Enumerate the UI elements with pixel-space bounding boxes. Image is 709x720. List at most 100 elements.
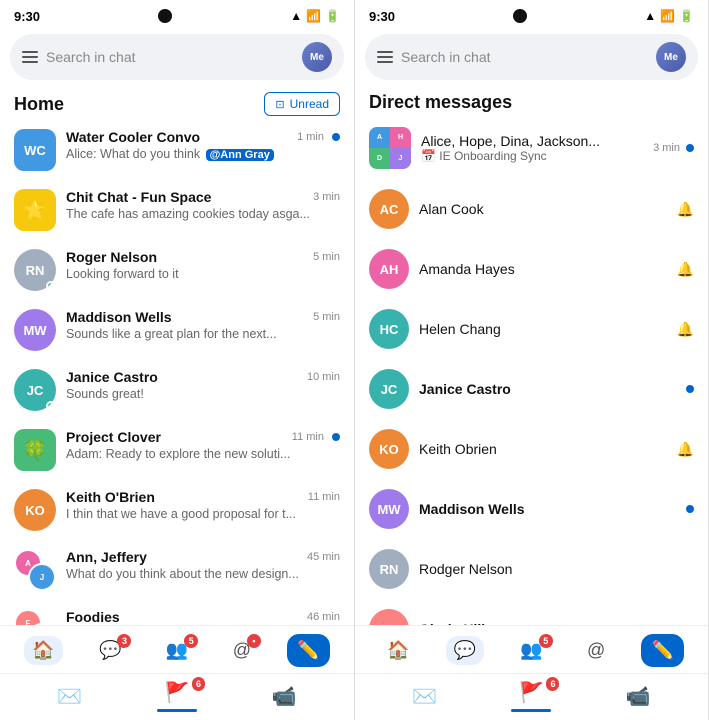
bottom-toolbar-right: 🏠 💬 👥 5 @ ✏️ bbox=[355, 625, 708, 673]
avatar-maddison: MW bbox=[14, 309, 56, 351]
chat-content-keith: Keith O'Brien 11 min I thin that we have… bbox=[66, 489, 340, 521]
dm-item-amanda-hayes[interactable]: AH Amanda Hayes 🔔 bbox=[355, 239, 708, 299]
avatar-keith: KO bbox=[14, 489, 56, 531]
chat-item-chit-chat[interactable]: 🌟 Chit Chat - Fun Space 3 min The cafe h… bbox=[0, 180, 354, 240]
wifi-icon: ▲ bbox=[290, 9, 302, 23]
chat-time-keith: 11 min bbox=[308, 491, 340, 503]
chat-content-foodies: Foodies 46 min bbox=[66, 609, 340, 625]
dm-right-maddison-right bbox=[686, 505, 694, 513]
chat-time-chit-chat: 3 min bbox=[313, 191, 340, 203]
nav-video-left[interactable]: 📹 bbox=[272, 684, 297, 709]
mention-badge-left: • bbox=[247, 634, 261, 648]
user-avatar-right[interactable]: Me bbox=[656, 42, 686, 72]
section-header-right: Direct messages bbox=[355, 86, 708, 117]
chat-preview-maddison: Sounds like a great plan for the next... bbox=[66, 327, 340, 341]
nav-mail-right[interactable]: ✉️ bbox=[412, 684, 437, 709]
nav-mail-left[interactable]: ✉️ bbox=[57, 684, 82, 709]
video-icon-right: 📹 bbox=[626, 684, 651, 709]
nav-indicator-left bbox=[157, 709, 197, 712]
chat-item-water-cooler[interactable]: WC Water Cooler Convo 1 min Alice: What … bbox=[0, 120, 354, 180]
unread-dot-maddison-right bbox=[686, 505, 694, 513]
mail-icon-left: ✉️ bbox=[57, 684, 82, 709]
online-dot-roger bbox=[46, 281, 56, 291]
menu-icon-left[interactable] bbox=[22, 51, 38, 63]
dm-name-alice-group: Alice, Hope, Dina, Jackson... bbox=[421, 133, 643, 149]
avatar-roger-nelson: RN bbox=[14, 249, 56, 291]
dm-name-helen-chang: Helen Chang bbox=[419, 321, 667, 337]
toolbar-compose-right[interactable]: ✏️ bbox=[641, 634, 683, 667]
chat-name-maddison: Maddison Wells bbox=[66, 309, 172, 325]
avatar-amanda-hayes: AH bbox=[369, 249, 409, 289]
section-header-left: Home ⊡ Unread bbox=[0, 86, 354, 120]
chat-content-maddison: Maddison Wells 5 min Sounds like a great… bbox=[66, 309, 340, 341]
nav-video-right[interactable]: 📹 bbox=[626, 684, 651, 709]
dm-name-janice-right: Janice Castro bbox=[419, 381, 676, 397]
dm-item-janice-right[interactable]: JC Janice Castro bbox=[355, 359, 708, 419]
dm-info-maddison-right: Maddison Wells bbox=[419, 501, 676, 517]
search-placeholder-left: Search in chat bbox=[46, 49, 294, 65]
chat-preview-project-clover: Adam: Ready to explore the new soluti... bbox=[66, 447, 340, 461]
avatar-alice-group: A H D J bbox=[369, 127, 411, 169]
camera-notch-right bbox=[513, 9, 527, 23]
chat-item-janice[interactable]: JC Janice Castro 10 min Sounds great! bbox=[0, 360, 354, 420]
dm-item-keith-right[interactable]: KO Keith Obrien 🔔 bbox=[355, 419, 708, 479]
compose-icon-right: ✏️ bbox=[651, 640, 673, 661]
bell-icon-amanda: 🔔 bbox=[677, 261, 694, 278]
chat-name-foodies: Foodies bbox=[66, 609, 120, 625]
chat-badge-left: 3 bbox=[117, 634, 131, 648]
chat-content-roger: Roger Nelson 5 min Looking forward to it bbox=[66, 249, 340, 281]
chat-item-ann-jeffery[interactable]: A J Ann, Jeffery 45 min What do you thin… bbox=[0, 540, 354, 600]
dm-item-maddison-right[interactable]: MW Maddison Wells bbox=[355, 479, 708, 539]
toolbar-chat-left[interactable]: 💬 3 bbox=[91, 636, 129, 665]
user-avatar-left[interactable]: Me bbox=[302, 42, 332, 72]
search-bar-left[interactable]: Search in chat Me bbox=[10, 34, 344, 80]
toolbar-home-left[interactable]: 🏠 bbox=[24, 636, 62, 665]
dm-item-gloria-hill[interactable]: GH Gloria Hill bbox=[355, 599, 708, 625]
dm-info-alice-group: Alice, Hope, Dina, Jackson... 📅 IE Onboa… bbox=[421, 133, 643, 163]
dm-item-rodger-right[interactable]: RN Rodger Nelson bbox=[355, 539, 708, 599]
toolbar-compose-left[interactable]: ✏️ bbox=[287, 634, 329, 667]
status-bar-right: 9:30 ▲ 📶 🔋 bbox=[355, 0, 708, 28]
dm-info-janice-right: Janice Castro bbox=[419, 381, 676, 397]
bell-icon-helen: 🔔 bbox=[677, 321, 694, 338]
search-bar-right[interactable]: Search in chat Me bbox=[365, 34, 698, 80]
time-right: 9:30 bbox=[369, 9, 395, 24]
calendar-icon-alice: 📅 bbox=[421, 149, 436, 163]
dm-item-alan-cook[interactable]: AC Alan Cook 🔔 bbox=[355, 179, 708, 239]
avatar-alan-cook: AC bbox=[369, 189, 409, 229]
wifi-icon-right: ▲ bbox=[644, 9, 656, 23]
toolbar-home-right[interactable]: 🏠 bbox=[379, 636, 417, 665]
toolbar-team-right[interactable]: 👥 5 bbox=[512, 636, 550, 665]
toolbar-team-left[interactable]: 👥 5 bbox=[158, 636, 196, 665]
search-placeholder-right: Search in chat bbox=[401, 49, 648, 65]
dm-item-helen-chang[interactable]: HC Helen Chang 🔔 bbox=[355, 299, 708, 359]
chat-name-chit-chat: Chit Chat - Fun Space bbox=[66, 189, 211, 205]
chat-item-roger-nelson[interactable]: RN Roger Nelson 5 min Looking forward to… bbox=[0, 240, 354, 300]
nav-chat-left[interactable]: 🚩 6 bbox=[157, 680, 197, 712]
chat-item-keith[interactable]: KO Keith O'Brien 11 min I thin that we h… bbox=[0, 480, 354, 540]
chat-item-maddison[interactable]: MW Maddison Wells 5 min Sounds like a gr… bbox=[0, 300, 354, 360]
chat-time-project-clover: 11 min bbox=[292, 431, 324, 443]
toolbar-mention-right[interactable]: @ bbox=[579, 636, 613, 665]
avatar-rodger-right: RN bbox=[369, 549, 409, 589]
chat-item-foodies[interactable]: F 🍕 Foodies 46 min bbox=[0, 600, 354, 625]
chat-item-project-clover[interactable]: 🍀 Project Clover 11 min Adam: Ready to e… bbox=[0, 420, 354, 480]
avatar-janice-right: JC bbox=[369, 369, 409, 409]
time-left: 9:30 bbox=[14, 9, 40, 24]
avatar-maddison-right: MW bbox=[369, 489, 409, 529]
nav-chat-right[interactable]: 🚩 6 bbox=[511, 680, 551, 712]
avatar-keith-right: KO bbox=[369, 429, 409, 469]
menu-icon-right[interactable] bbox=[377, 51, 393, 63]
chat-time-maddison: 5 min bbox=[313, 311, 340, 323]
unread-dot-janice-right bbox=[686, 385, 694, 393]
toolbar-mention-left[interactable]: @ • bbox=[225, 636, 259, 665]
unread-button[interactable]: ⊡ Unread bbox=[264, 92, 340, 116]
dm-sub-alice-group: 📅 IE Onboarding Sync bbox=[421, 149, 643, 163]
dm-item-alice-group[interactable]: A H D J Alice, Hope, Dina, Jackson... 📅 … bbox=[355, 117, 708, 179]
dm-info-helen-chang: Helen Chang bbox=[419, 321, 667, 337]
toolbar-chat-right[interactable]: 💬 bbox=[446, 636, 484, 665]
avatar-janice: JC bbox=[14, 369, 56, 411]
status-icons-left: ▲ 📶 🔋 bbox=[290, 9, 340, 23]
chat-nav-badge-right: 6 bbox=[546, 677, 559, 691]
bell-icon-keith: 🔔 bbox=[677, 441, 694, 458]
